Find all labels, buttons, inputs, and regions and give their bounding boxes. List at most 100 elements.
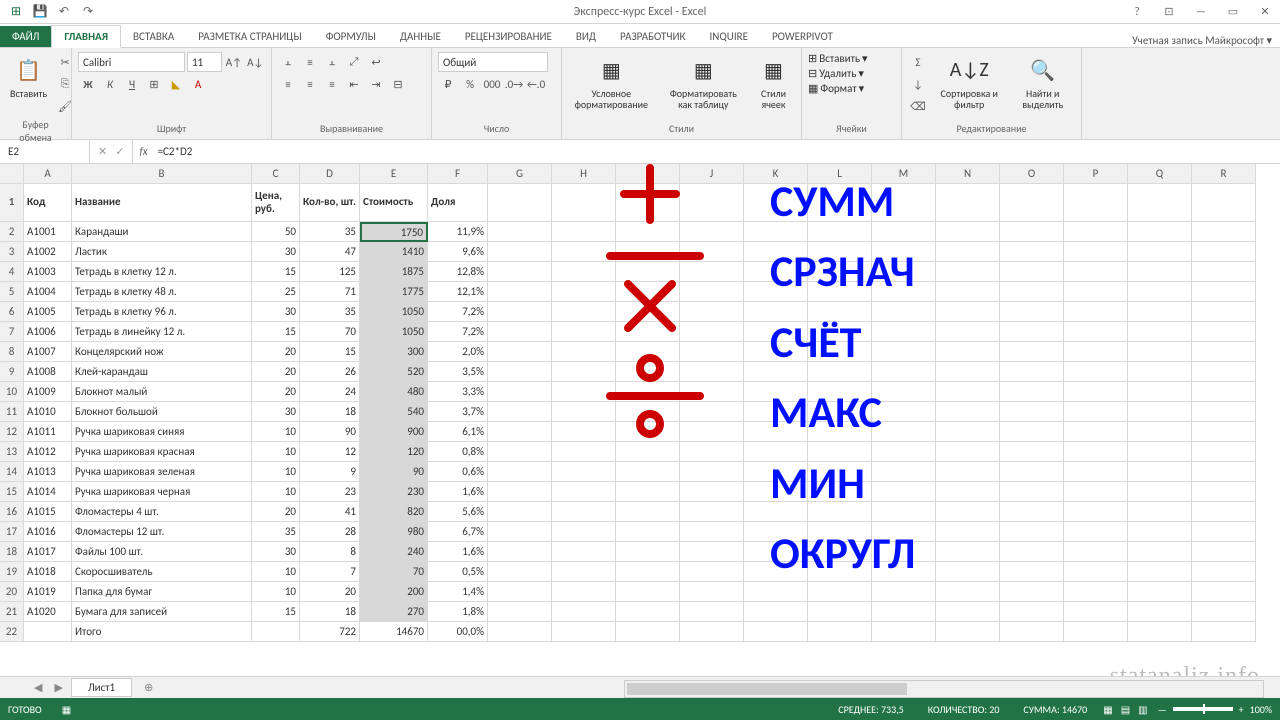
cell[interactable] [552, 542, 616, 562]
cell[interactable]: 0,5% [428, 562, 488, 582]
row-header-10[interactable]: 10 [0, 382, 24, 402]
cell[interactable] [936, 242, 1000, 262]
cell[interactable] [808, 562, 872, 582]
cell[interactable]: 11,9% [428, 222, 488, 242]
cell[interactable] [680, 542, 744, 562]
cell[interactable] [1064, 502, 1128, 522]
cell[interactable]: 7,2% [428, 322, 488, 342]
cell[interactable] [808, 362, 872, 382]
cell[interactable] [680, 184, 744, 222]
cell[interactable] [552, 402, 616, 422]
cell[interactable]: A1005 [24, 302, 72, 322]
cell[interactable]: 30 [252, 542, 300, 562]
undo-icon[interactable]: ↶ [56, 4, 72, 20]
cell[interactable] [680, 622, 744, 642]
cell[interactable] [1064, 242, 1128, 262]
cell[interactable] [1128, 462, 1192, 482]
cell[interactable] [872, 342, 936, 362]
cell[interactable]: 35 [300, 302, 360, 322]
font-size-combo[interactable]: 11 [187, 52, 222, 72]
cell[interactable] [1000, 502, 1064, 522]
decimal-inc-icon[interactable]: .0→ [504, 74, 524, 94]
clear-icon[interactable]: ⌫ [908, 96, 928, 116]
cell[interactable] [616, 482, 680, 502]
cell[interactable]: 240 [360, 542, 428, 562]
cell[interactable] [936, 542, 1000, 562]
row-header-8[interactable]: 8 [0, 342, 24, 362]
formula-input[interactable]: =C2*D2 [154, 145, 1280, 158]
cell[interactable] [616, 582, 680, 602]
align-bottom-icon[interactable]: ⫠ [322, 52, 342, 72]
cell[interactable] [808, 382, 872, 402]
cell[interactable] [680, 562, 744, 582]
cell[interactable] [1128, 422, 1192, 442]
row-header-13[interactable]: 13 [0, 442, 24, 462]
cell[interactable] [488, 262, 552, 282]
cell[interactable]: 200 [360, 582, 428, 602]
cell[interactable]: Цена, руб. [252, 184, 300, 222]
cell[interactable] [1000, 322, 1064, 342]
cell[interactable] [872, 602, 936, 622]
cell[interactable] [1192, 522, 1256, 542]
cell[interactable] [1192, 542, 1256, 562]
cell[interactable] [1064, 322, 1128, 342]
ribbon-collapse-icon[interactable]: ⊡ [1154, 2, 1184, 22]
cell[interactable]: 5,6% [428, 502, 488, 522]
cell[interactable] [616, 622, 680, 642]
cell[interactable]: Ручка шариковая синяя [72, 422, 252, 442]
cell[interactable]: 30 [252, 302, 300, 322]
cell[interactable] [808, 482, 872, 502]
cell[interactable] [680, 422, 744, 442]
cell[interactable] [1128, 322, 1192, 342]
cell[interactable] [1192, 562, 1256, 582]
cell[interactable] [872, 522, 936, 542]
cell[interactable] [1128, 222, 1192, 242]
fill-icon[interactable]: ↓ [908, 74, 928, 94]
cell[interactable] [1064, 602, 1128, 622]
cell[interactable] [808, 262, 872, 282]
cell[interactable] [936, 522, 1000, 542]
cell[interactable] [808, 522, 872, 542]
row-header-9[interactable]: 9 [0, 362, 24, 382]
select-all[interactable] [0, 164, 24, 184]
cell[interactable] [744, 262, 808, 282]
cell[interactable] [616, 562, 680, 582]
cell[interactable] [488, 602, 552, 622]
cell[interactable] [680, 262, 744, 282]
cell[interactable]: A1002 [24, 242, 72, 262]
cell[interactable] [680, 482, 744, 502]
cell[interactable] [680, 382, 744, 402]
cell[interactable]: 10 [252, 422, 300, 442]
cell[interactable] [616, 542, 680, 562]
cell[interactable]: Ластик [72, 242, 252, 262]
cell[interactable]: 2,0% [428, 342, 488, 362]
help-icon[interactable]: ? [1122, 2, 1152, 22]
cell[interactable]: 10 [252, 442, 300, 462]
cell[interactable]: 7,2% [428, 302, 488, 322]
cell[interactable] [744, 602, 808, 622]
cell[interactable] [808, 602, 872, 622]
cell[interactable] [872, 402, 936, 422]
col-header-P[interactable]: P [1064, 164, 1128, 184]
cell[interactable]: Фломастеры 12 шт. [72, 522, 252, 542]
cell[interactable]: 1050 [360, 302, 428, 322]
cell[interactable]: Блокнот большой [72, 402, 252, 422]
cell[interactable] [936, 184, 1000, 222]
cell[interactable] [1128, 562, 1192, 582]
percent-icon[interactable]: % [460, 74, 480, 94]
fx-icon[interactable]: fx [133, 145, 153, 158]
cell[interactable] [680, 242, 744, 262]
border-icon[interactable]: ⊞ [144, 74, 164, 94]
cell[interactable] [1192, 502, 1256, 522]
view-normal-icon[interactable]: ▦ [1103, 703, 1112, 716]
currency-icon[interactable]: ₽ [438, 74, 458, 94]
cell[interactable] [616, 222, 680, 242]
cell[interactable] [936, 342, 1000, 362]
cell[interactable]: 23 [300, 482, 360, 502]
cell[interactable] [1128, 282, 1192, 302]
cell[interactable]: 14670 [360, 622, 428, 642]
cell[interactable]: 25 [252, 282, 300, 302]
cell[interactable]: 24 [300, 382, 360, 402]
cell[interactable]: Скоросшиватель [72, 562, 252, 582]
cell[interactable]: 20 [252, 362, 300, 382]
